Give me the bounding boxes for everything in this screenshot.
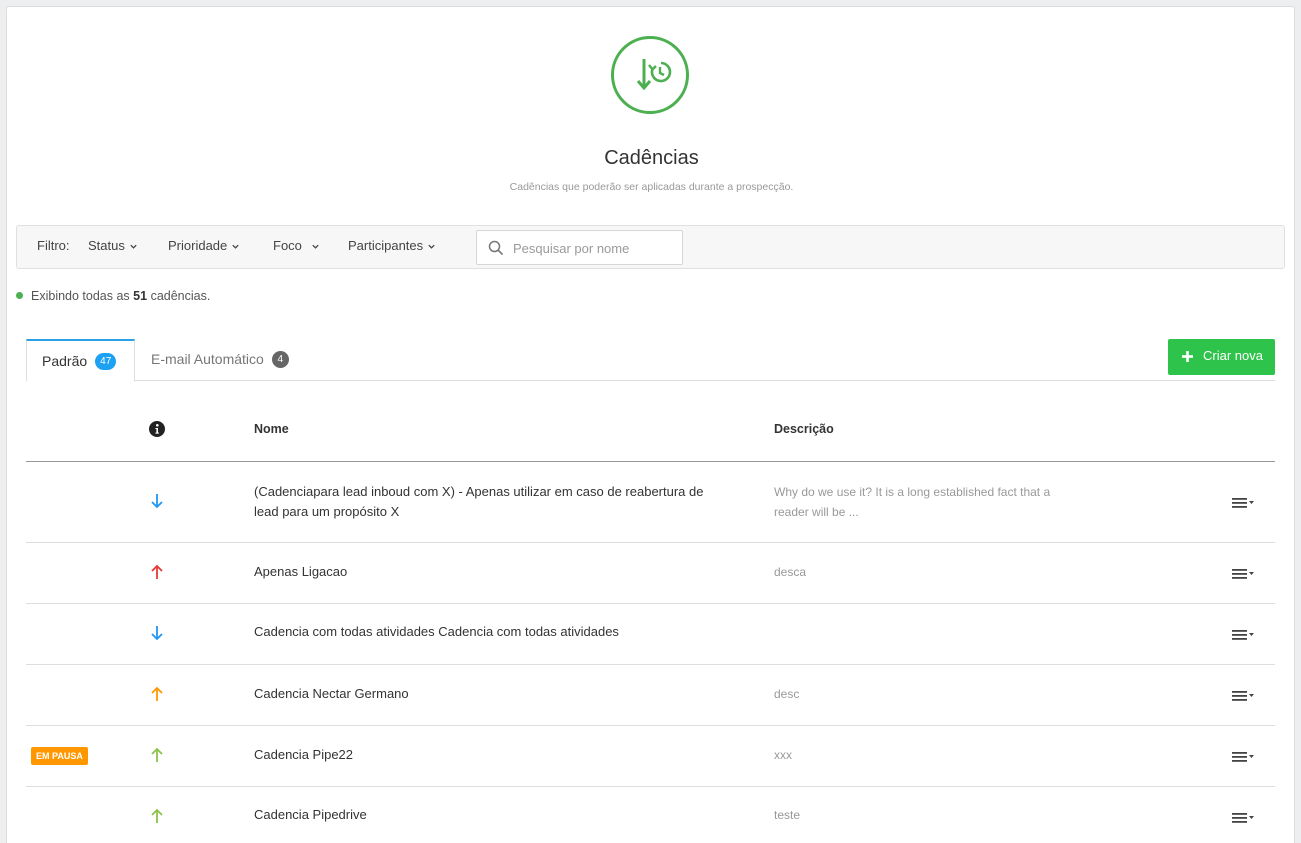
- tab-label: Padrão: [42, 353, 88, 369]
- tab-email-automatico[interactable]: E-mail Automático 4: [151, 339, 289, 381]
- status-filter-dropdown[interactable]: Status: [88, 238, 138, 253]
- filter-bar: Filtro: Status Prioridade Foco Participa…: [16, 225, 1285, 269]
- tab-count-badge: 4: [271, 350, 289, 368]
- info-icon[interactable]: [149, 421, 165, 437]
- menu-caret-icon[interactable]: [1232, 689, 1256, 703]
- table-row[interactable]: Cadencia Nectar Germano desc: [26, 665, 1275, 726]
- tab-bar: Padrão 47 E-mail Automático 4: [26, 339, 1275, 382]
- menu-caret-icon[interactable]: [1232, 750, 1256, 764]
- status-filter-label: Status: [88, 238, 125, 253]
- menu-caret-icon[interactable]: [1232, 628, 1256, 642]
- foco-filter-dropdown[interactable]: Foco: [273, 238, 320, 253]
- foco-filter-label: Foco: [273, 238, 302, 253]
- chevron-down-icon: [232, 244, 239, 249]
- create-new-button[interactable]: Criar nova: [1168, 339, 1275, 375]
- arrow-up-icon: [151, 564, 163, 579]
- chevron-down-icon: [312, 244, 319, 249]
- create-new-label: Criar nova: [1203, 348, 1263, 363]
- table-row[interactable]: Cadencia Pipedrive teste: [26, 787, 1275, 843]
- cadence-clock-icon: [611, 36, 689, 114]
- arrow-up-icon: [151, 808, 163, 823]
- tab-label: E-mail Automático: [151, 351, 264, 367]
- arrow-down-icon: [151, 626, 163, 641]
- search-icon: [488, 240, 504, 256]
- cadence-name[interactable]: Cadencia Nectar Germano: [254, 684, 724, 704]
- cadence-name[interactable]: Cadencia com todas atividades Cadencia c…: [254, 622, 724, 642]
- filter-label: Filtro:: [37, 238, 70, 253]
- status-dot: [16, 292, 23, 300]
- column-header-description[interactable]: Descrição: [774, 422, 834, 436]
- plus-icon: [1182, 351, 1193, 362]
- summary-prefix: Exibindo todas as: [31, 289, 130, 303]
- cadence-name[interactable]: (Cadenciapara lead inboud com X) - Apena…: [254, 482, 724, 522]
- tab-count-badge: 47: [95, 352, 117, 370]
- table-header: Nome Descrição: [26, 381, 1275, 462]
- cadence-description: Why do we use it? It is a long establish…: [774, 485, 1051, 519]
- cadence-description: desc: [774, 687, 800, 701]
- cadence-name[interactable]: Cadencia Pipe22: [254, 745, 724, 765]
- arrow-up-icon: [151, 686, 163, 701]
- column-header-name[interactable]: Nome: [254, 422, 289, 436]
- cadence-name[interactable]: Apenas Ligacao: [254, 562, 724, 582]
- cadence-description: xxx: [774, 748, 792, 762]
- chevron-down-icon: [130, 244, 137, 249]
- menu-caret-icon[interactable]: [1232, 496, 1256, 510]
- cadence-name[interactable]: Cadencia Pipedrive: [254, 805, 724, 825]
- cadence-description: teste: [774, 808, 801, 822]
- arrow-up-icon: [151, 747, 163, 762]
- tab-padrao[interactable]: Padrão 47: [26, 339, 135, 382]
- participantes-filter-label: Participantes: [348, 238, 424, 253]
- table-row[interactable]: Cadencia com todas atividades Cadencia c…: [26, 604, 1275, 665]
- results-summary: Exibindo todas as 51 cadências.: [16, 289, 210, 303]
- arrow-down-icon: [151, 494, 163, 509]
- main-card: Cadências Cadências que poderão ser apli…: [6, 6, 1295, 843]
- prioridade-filter-dropdown[interactable]: Prioridade: [168, 238, 240, 253]
- participantes-filter-dropdown[interactable]: Participantes: [348, 238, 436, 253]
- menu-caret-icon[interactable]: [1232, 811, 1256, 825]
- chevron-down-icon: [428, 244, 435, 249]
- paused-badge: EM PAUSA: [31, 747, 88, 765]
- table-row[interactable]: (Cadenciapara lead inboud com X) - Apena…: [26, 462, 1275, 543]
- page-title: Cadências: [604, 147, 699, 169]
- cadence-description: desca: [774, 565, 807, 579]
- table-row[interactable]: EM PAUSA Cadencia Pipe22 xxx: [26, 726, 1275, 787]
- summary-suffix: cadências.: [150, 289, 211, 303]
- page-subtitle: Cadências que poderão ser aplicadas dura…: [509, 181, 794, 193]
- table-row[interactable]: Apenas Ligacao desca: [26, 543, 1275, 604]
- summary-count: 51: [133, 289, 148, 303]
- search-input[interactable]: [513, 237, 673, 259]
- search-box: [476, 230, 683, 265]
- prioridade-filter-label: Prioridade: [168, 238, 228, 253]
- menu-caret-icon[interactable]: [1232, 567, 1256, 581]
